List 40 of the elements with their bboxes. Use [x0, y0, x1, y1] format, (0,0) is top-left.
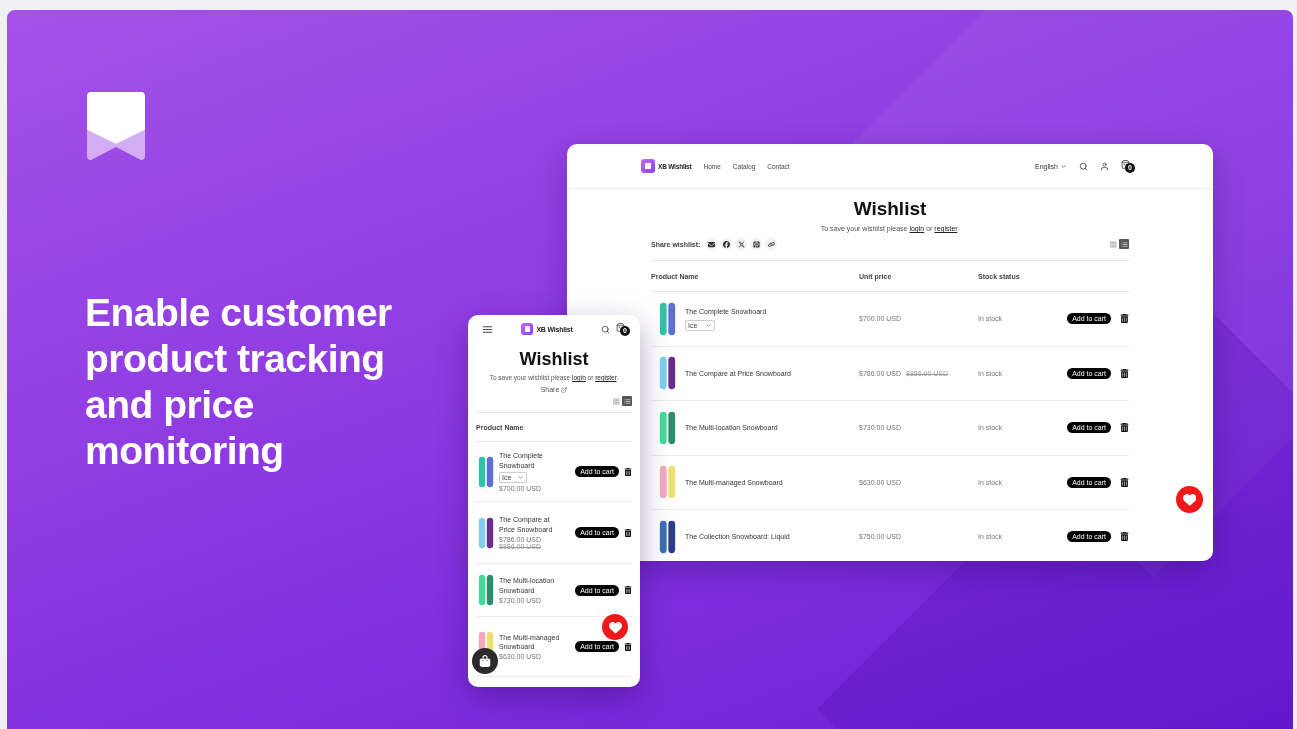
- facebook-share-icon[interactable]: [720, 238, 733, 250]
- delete-icon[interactable]: [624, 467, 632, 476]
- shopping-bag-icon: [479, 655, 491, 667]
- email-share-icon[interactable]: [705, 238, 718, 250]
- square-share-icon[interactable]: [750, 238, 763, 250]
- search-button[interactable]: [1079, 161, 1088, 171]
- delete-icon[interactable]: [1120, 477, 1129, 487]
- heart-icon: [1182, 492, 1197, 507]
- account-button[interactable]: [1100, 161, 1109, 171]
- list-view-button[interactable]: [1119, 239, 1129, 249]
- snowboard-drawing: [659, 519, 676, 554]
- snowboard-drawing: [659, 410, 676, 445]
- chevron-down-icon: [1060, 162, 1067, 170]
- page-title: Wishlist: [518, 349, 590, 370]
- chevron-down-icon: [517, 473, 524, 481]
- heart-icon: [608, 620, 622, 634]
- search-button[interactable]: [601, 324, 610, 334]
- list-view-button[interactable]: [622, 396, 632, 406]
- delete-icon[interactable]: [624, 528, 632, 537]
- chevron-down-icon: [705, 321, 712, 329]
- delete-icon[interactable]: [1120, 423, 1129, 433]
- bookmark-logo: [87, 92, 145, 160]
- brand-logo: [521, 323, 534, 335]
- delete-icon[interactable]: [1120, 532, 1129, 542]
- snowboard-drawing: [478, 574, 494, 606]
- link-icon[interactable]: [765, 238, 778, 250]
- page-title: Wishlist: [852, 198, 928, 220]
- delete-icon[interactable]: [1120, 368, 1129, 378]
- snowboard-drawing: [478, 516, 494, 549]
- snowboard-drawing: [659, 465, 676, 500]
- x-share-icon[interactable]: [735, 238, 748, 250]
- snowboard-drawing: [659, 356, 676, 391]
- delete-icon[interactable]: [624, 642, 632, 651]
- delete-icon[interactable]: [624, 586, 632, 594]
- brand-logo: [641, 159, 655, 173]
- headline: Enable customer product tracking and price monitoring: [85, 290, 393, 474]
- delete-icon[interactable]: [1120, 314, 1129, 324]
- menu-icon[interactable]: [482, 323, 493, 335]
- snowboard-drawing: [659, 301, 676, 336]
- snowboard-drawing: [478, 455, 494, 488]
